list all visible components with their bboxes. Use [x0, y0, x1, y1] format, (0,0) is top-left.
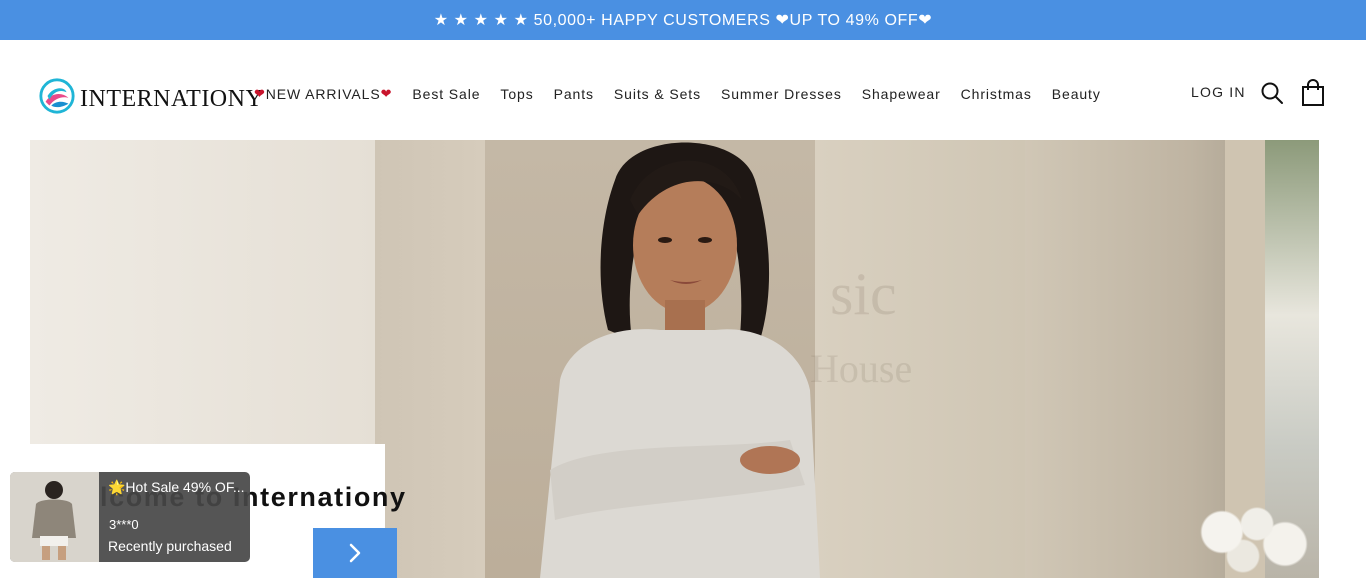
popup-status: Recently purchased [108, 538, 232, 554]
announcement-text: ★ ★ ★ ★ ★ 50,000+ HAPPY CUSTOMERS ❤UP TO… [433, 12, 933, 29]
next-slide-button[interactable] [313, 528, 397, 578]
nav-item-tops[interactable]: Tops [500, 86, 533, 102]
recent-purchase-popup[interactable]: 🌟Hot Sale 49% OF... 3***0 Recently purch… [10, 472, 250, 562]
logo[interactable]: INTERNATIONY [38, 76, 263, 116]
nav-item-christmas[interactable]: Christmas [961, 86, 1032, 102]
nav-item-summer-dresses[interactable]: Summer Dresses [721, 86, 842, 102]
main-nav: ❤ NEW ARRIVALS ❤ Best Sale Tops Pants Su… [254, 84, 1121, 104]
site-header: INTERNATIONY ❤ NEW ARRIVALS ❤ Best Sale … [0, 40, 1366, 140]
nav-item-pants[interactable]: Pants [554, 86, 594, 102]
heart-icon: ❤ [380, 86, 393, 101]
logo-text: INTERNATIONY [80, 86, 264, 112]
nav-item-best-sale[interactable]: Best Sale [412, 86, 480, 102]
nav-item-shapewear[interactable]: Shapewear [862, 86, 941, 102]
nav-item-new-arrivals[interactable]: ❤ NEW ARRIVALS ❤ [254, 86, 392, 102]
flowers-decoration [1180, 500, 1319, 578]
chevron-right-icon [349, 543, 361, 563]
model-image [540, 142, 820, 578]
cart-icon[interactable] [1300, 79, 1326, 107]
nav-item-suits-sets[interactable]: Suits & Sets [614, 86, 701, 102]
heart-icon: ❤ [254, 86, 266, 101]
popup-title: 🌟Hot Sale 49% OF... [108, 479, 245, 495]
swan-logo-icon [39, 78, 75, 114]
watermark-text: sic [830, 261, 897, 327]
search-icon[interactable] [1260, 81, 1284, 105]
nav-item-label: NEW ARRIVALS [265, 86, 381, 102]
announcement-bar: ★ ★ ★ ★ ★ 50,000+ HAPPY CUSTOMERS ❤UP TO… [0, 0, 1366, 40]
nav-item-beauty[interactable]: Beauty [1052, 86, 1101, 102]
popup-customer-name: 3***0 [109, 517, 139, 532]
login-link[interactable]: LOG IN [1191, 84, 1246, 100]
product-thumbnail [10, 472, 99, 562]
